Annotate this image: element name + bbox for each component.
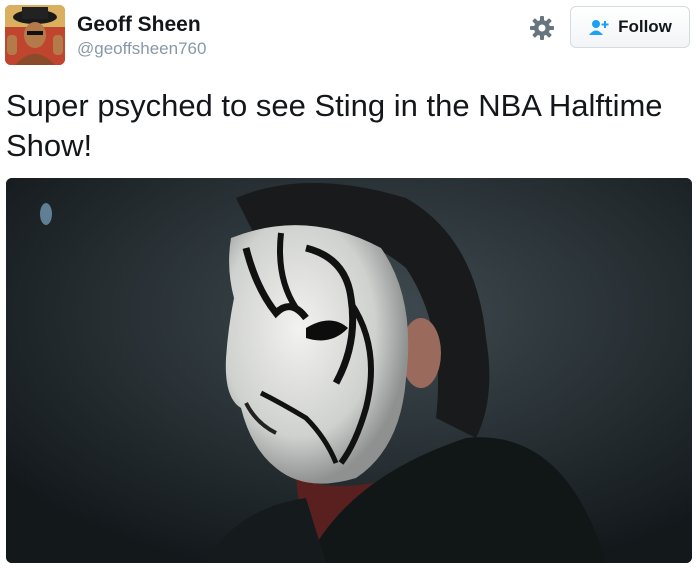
display-name[interactable]: Geoff Sheen bbox=[77, 13, 201, 37]
user-handle[interactable]: @geoffsheen760 bbox=[77, 39, 206, 59]
tweet-text: Super psyched to see Sting in the NBA Ha… bbox=[6, 88, 663, 163]
add-user-icon bbox=[589, 20, 609, 35]
follow-button[interactable]: Follow bbox=[570, 6, 690, 48]
follow-button-label: Follow bbox=[618, 17, 672, 36]
tweet-photo[interactable] bbox=[6, 178, 692, 563]
avatar[interactable] bbox=[5, 5, 65, 65]
avatar-image bbox=[5, 5, 65, 65]
gear-icon[interactable] bbox=[529, 15, 555, 41]
tweet-header: Geoff Sheen @geoffsheen760 Follow bbox=[0, 0, 700, 78]
tweet-photo-image bbox=[6, 178, 692, 563]
